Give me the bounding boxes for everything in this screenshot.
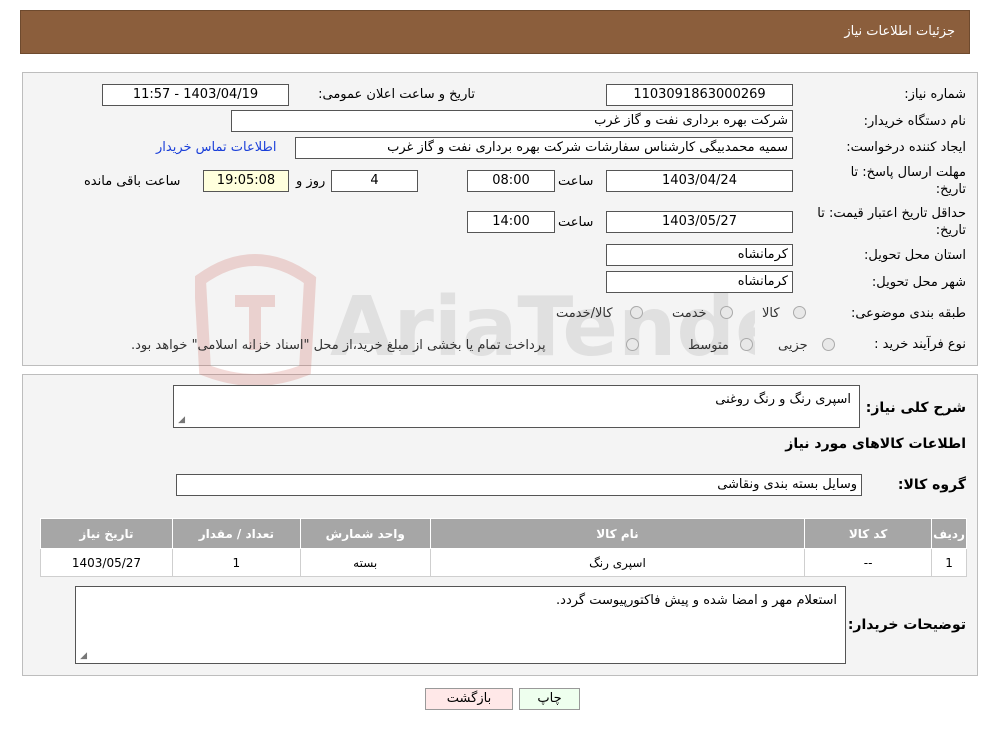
buyer-notes-label: توضیحات خریدار: — [847, 617, 966, 633]
remaining-time-field[interactable]: 19:05:08 — [203, 170, 289, 192]
col-need-date: تاریخ نیاز — [40, 518, 173, 549]
buyer-contact-link[interactable]: اطلاعات تماس خریدار — [156, 140, 276, 155]
buyer-notes-textarea[interactable]: استعلام مهر و امضا شده و پیش فاکتورپیوست… — [75, 586, 846, 664]
announce-date-field[interactable]: 1403/04/19 - 11:57 — [102, 84, 289, 106]
payment-note: پرداخت تمام یا بخشی از مبلغ خرید،از محل … — [131, 338, 546, 353]
deadline-time-label: ساعت — [558, 174, 594, 189]
announce-date-label: تاریخ و ساعت اعلان عمومی: — [318, 87, 475, 102]
table-row: 1 -- اسپری رنگ بسته 1 1403/05/27 — [40, 548, 967, 577]
creator-label: ایجاد کننده درخواست: — [846, 140, 966, 155]
cell-need-date: 1403/05/27 — [40, 548, 173, 577]
cell-goods-name: اسپری رنگ — [429, 548, 806, 577]
cell-quantity: 1 — [171, 548, 301, 577]
back-button[interactable]: بازگشت — [425, 688, 513, 710]
price-validity-time-label: ساعت — [558, 215, 594, 230]
deadline-label: مهلت ارسال پاسخ: تا — [850, 165, 966, 180]
days-label: روز و — [296, 174, 326, 189]
city-label: شهر محل تحویل: — [871, 275, 966, 290]
payment-checkbox[interactable] — [626, 338, 639, 351]
process-option-medium: متوسط — [688, 338, 729, 353]
price-validity-date-field[interactable]: 1403/05/27 — [606, 211, 793, 233]
province-label: استان محل تحویل: — [864, 248, 966, 263]
deadline-label-date: تاریخ: — [935, 182, 966, 197]
remaining-time-label: ساعت باقی مانده — [84, 174, 181, 189]
col-row-number: ردیف — [931, 518, 967, 549]
category-radio-goods[interactable] — [793, 306, 806, 319]
cell-goods-code: -- — [804, 548, 933, 577]
process-radio-minor[interactable] — [822, 338, 835, 351]
province-field[interactable]: کرمانشاه — [606, 244, 793, 266]
need-number-field[interactable]: 1103091863000269 — [606, 84, 793, 106]
category-option-goods: کالا — [762, 306, 780, 321]
summary-text: اسپری رنگ و رنگ روغنی — [715, 392, 851, 407]
category-radio-service[interactable] — [720, 306, 733, 319]
resize-grip-icon[interactable]: ◢ — [78, 652, 87, 661]
col-goods-name: نام کالا — [429, 518, 806, 549]
category-option-goods-service: کالا/خدمت — [556, 306, 613, 321]
goods-table: ردیف کد کالا نام کالا واحد شمارش تعداد /… — [40, 518, 967, 577]
buyer-org-label: نام دستگاه خریدار: — [863, 114, 966, 129]
price-validity-label: حداقل تاریخ اعتبار قیمت: تا — [817, 206, 966, 221]
goods-info-title: اطلاعات کالاهای مورد نیاز — [785, 436, 966, 452]
price-validity-time-field[interactable]: 14:00 — [467, 211, 555, 233]
summary-textarea[interactable]: اسپری رنگ و رنگ روغنی ◢ — [173, 385, 860, 428]
goods-group-field[interactable]: وسایل بسته بندی ونقاشی — [176, 474, 862, 496]
cell-unit: بسته — [299, 548, 431, 577]
col-unit: واحد شمارش — [299, 518, 431, 549]
buyer-notes-text: استعلام مهر و امضا شده و پیش فاکتورپیوست… — [556, 593, 837, 608]
print-button[interactable]: چاپ — [519, 688, 580, 710]
city-field[interactable]: کرمانشاه — [606, 271, 793, 293]
col-quantity: تعداد / مقدار — [171, 518, 301, 549]
page-title: جزئیات اطلاعات نیاز — [844, 24, 955, 39]
process-option-minor: جزیی — [778, 338, 808, 353]
resize-grip-icon[interactable]: ◢ — [176, 416, 185, 425]
creator-field[interactable]: سمیه محمدبیگی کارشناس سفارشات شرکت بهره … — [295, 137, 793, 159]
col-goods-code: کد کالا — [804, 518, 933, 549]
page-header: جزئیات اطلاعات نیاز — [20, 10, 970, 54]
price-validity-label-date: تاریخ: — [935, 223, 966, 238]
process-type-label: نوع فرآیند خرید : — [874, 337, 966, 352]
deadline-date-field[interactable]: 1403/04/24 — [606, 170, 793, 192]
category-radio-goods-service[interactable] — [630, 306, 643, 319]
summary-label: شرح کلی نیاز: — [865, 400, 966, 416]
process-radio-medium[interactable] — [740, 338, 753, 351]
table-header-row: ردیف کد کالا نام کالا واحد شمارش تعداد /… — [40, 518, 967, 549]
goods-group-label: گروه کالا: — [897, 477, 966, 493]
need-number-label: شماره نیاز: — [904, 87, 966, 102]
deadline-time-field[interactable]: 08:00 — [467, 170, 555, 192]
buyer-org-field[interactable]: شرکت بهره برداری نفت و گاز غرب — [231, 110, 793, 132]
category-label: طبقه بندی موضوعی: — [850, 306, 966, 321]
days-field[interactable]: 4 — [331, 170, 418, 192]
cell-row-number: 1 — [931, 548, 967, 577]
category-option-service: خدمت — [672, 306, 707, 321]
